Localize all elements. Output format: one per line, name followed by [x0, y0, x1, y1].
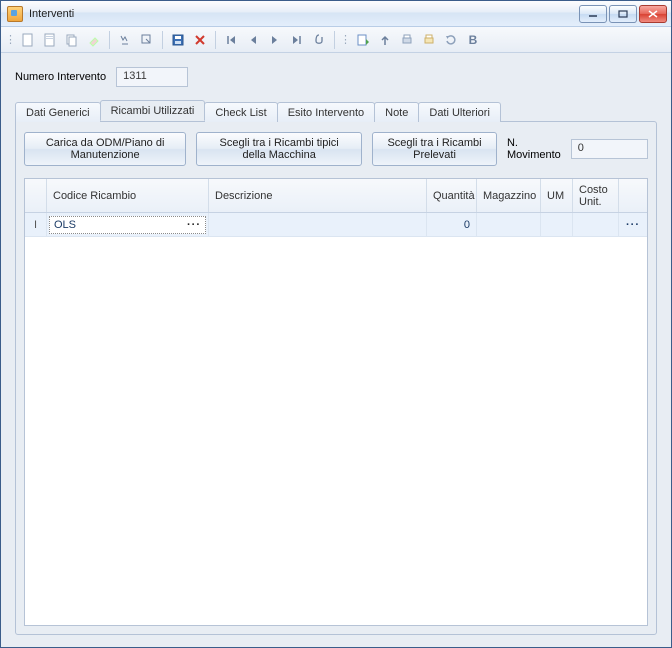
eraser-icon[interactable]: [84, 30, 104, 50]
col-um[interactable]: UM: [541, 179, 573, 212]
toolbar-grip-icon: ⋮: [340, 33, 349, 46]
row-indicator: I: [25, 213, 47, 236]
new-icon[interactable]: [18, 30, 38, 50]
print-icon[interactable]: [397, 30, 417, 50]
window-controls: [579, 5, 667, 23]
codice-ricambio-input[interactable]: OLS ···: [49, 216, 206, 234]
codice-ricambio-value: OLS: [54, 219, 76, 231]
scegli-ricambi-tipici-button[interactable]: Scegli tra i Ricambi tipici della Macchi…: [196, 132, 362, 166]
cell-um[interactable]: [541, 213, 573, 236]
tab-check-list[interactable]: Check List: [204, 102, 277, 122]
header-row: Numero Intervento 1311: [15, 67, 661, 87]
col-quantita[interactable]: Quantità: [427, 179, 477, 212]
lookup-ellipsis-icon[interactable]: ···: [187, 219, 201, 231]
tab-body: Carica da ODM/Piano di Manutenzione Sceg…: [15, 121, 657, 635]
content-area: Numero Intervento 1311 Dati Generici Ric…: [1, 53, 671, 647]
close-button[interactable]: [639, 5, 667, 23]
cell-costo-unit[interactable]: [573, 213, 619, 236]
tab-ricambi-utilizzati[interactable]: Ricambi Utilizzati: [100, 100, 206, 121]
toolbar-separator: [162, 31, 163, 49]
app-icon: [7, 6, 23, 22]
cell-codice-ricambio[interactable]: OLS ···: [47, 213, 209, 236]
col-indicator[interactable]: [25, 179, 47, 212]
cell-magazzino[interactable]: [477, 213, 541, 236]
open-icon[interactable]: [40, 30, 60, 50]
movimento-field[interactable]: 0: [571, 139, 648, 159]
toolbar-grip-icon: ⋮: [5, 33, 14, 46]
col-costo-unit[interactable]: Costo Unit.: [573, 179, 619, 212]
next-record-icon[interactable]: [265, 30, 285, 50]
movimento-label: N. Movimento: [507, 137, 561, 161]
minimize-button[interactable]: [579, 5, 607, 23]
save-icon[interactable]: [168, 30, 188, 50]
toolbar: ⋮ ⋮ B: [1, 27, 671, 53]
titlebar: Interventi: [1, 1, 671, 27]
tab-dati-generici[interactable]: Dati Generici: [15, 102, 101, 122]
action-row: Carica da ODM/Piano di Manutenzione Sceg…: [24, 132, 648, 166]
ricambi-grid: Codice Ricambio Descrizione Quantità Mag…: [24, 178, 648, 626]
tab-note[interactable]: Note: [374, 102, 419, 122]
attach-icon[interactable]: [309, 30, 329, 50]
first-record-icon[interactable]: [221, 30, 241, 50]
print-preview-icon[interactable]: [419, 30, 439, 50]
tab-esito-intervento[interactable]: Esito Intervento: [277, 102, 375, 122]
sync-icon[interactable]: [441, 30, 461, 50]
bold-icon[interactable]: B: [463, 30, 483, 50]
toolbar-separator: [109, 31, 110, 49]
prev-record-icon[interactable]: [243, 30, 263, 50]
col-actions[interactable]: [619, 179, 647, 212]
scegli-ricambi-prelevati-button[interactable]: Scegli tra i Ricambi Prelevati: [372, 132, 497, 166]
col-descrizione[interactable]: Descrizione: [209, 179, 427, 212]
delete-icon[interactable]: [190, 30, 210, 50]
maximize-button[interactable]: [609, 5, 637, 23]
window-title: Interventi: [29, 8, 579, 20]
document-refresh-icon[interactable]: [353, 30, 373, 50]
up-icon[interactable]: [375, 30, 395, 50]
tab-dati-ulteriori[interactable]: Dati Ulteriori: [418, 102, 501, 122]
toolbar-separator: [334, 31, 335, 49]
grid-header: Codice Ricambio Descrizione Quantità Mag…: [25, 179, 647, 213]
numero-intervento-label: Numero Intervento: [15, 71, 106, 83]
tabstrip: Dati Generici Ricambi Utilizzati Check L…: [15, 97, 661, 121]
window: Interventi ⋮ ⋮: [0, 0, 672, 648]
table-row[interactable]: I OLS ··· 0 ···: [25, 213, 647, 237]
carica-odm-button[interactable]: Carica da ODM/Piano di Manutenzione: [24, 132, 186, 166]
numero-intervento-field[interactable]: 1311: [116, 67, 188, 87]
copy-icon[interactable]: [62, 30, 82, 50]
cell-quantita[interactable]: 0: [427, 213, 477, 236]
toolbar-separator: [215, 31, 216, 49]
cell-descrizione[interactable]: [209, 213, 427, 236]
col-codice-ricambio[interactable]: Codice Ricambio: [47, 179, 209, 212]
find-next-icon[interactable]: [137, 30, 157, 50]
find-icon[interactable]: [115, 30, 135, 50]
cell-row-actions[interactable]: ···: [619, 213, 647, 236]
col-magazzino[interactable]: Magazzino: [477, 179, 541, 212]
last-record-icon[interactable]: [287, 30, 307, 50]
